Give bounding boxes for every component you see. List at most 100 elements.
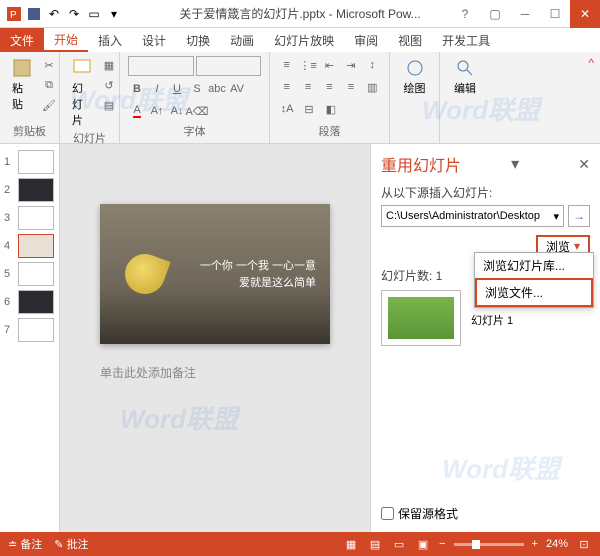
line-spacing-icon[interactable]: ↕ bbox=[364, 56, 381, 74]
thumb-3[interactable]: 3 bbox=[0, 204, 59, 232]
font-color-icon[interactable]: A bbox=[128, 102, 146, 120]
keep-source-format[interactable]: 保留源格式 bbox=[381, 505, 458, 522]
normal-view-icon[interactable]: ▦ bbox=[343, 536, 359, 552]
section-icon[interactable]: ▤ bbox=[100, 96, 118, 114]
thumb-1[interactable]: 1 bbox=[0, 148, 59, 176]
align-right-icon[interactable]: ≡ bbox=[321, 78, 338, 96]
align-text-icon[interactable]: ⊟ bbox=[300, 100, 318, 118]
italic-icon[interactable]: I bbox=[148, 80, 166, 98]
keep-format-label: 保留源格式 bbox=[398, 505, 458, 522]
bold-icon[interactable]: B bbox=[128, 80, 146, 98]
align-left-icon[interactable]: ≡ bbox=[278, 78, 295, 96]
ribbon-options-icon[interactable]: ▢ bbox=[480, 0, 510, 28]
tab-review[interactable]: 审阅 bbox=[344, 28, 388, 52]
shadow-icon[interactable]: abc bbox=[208, 80, 226, 98]
increase-font-icon[interactable]: A↑ bbox=[148, 102, 166, 120]
cut-icon[interactable]: ✂ bbox=[40, 56, 58, 74]
group-editing: 编辑 bbox=[440, 52, 490, 143]
sorter-view-icon[interactable]: ▤ bbox=[367, 536, 383, 552]
save-icon[interactable] bbox=[26, 6, 42, 22]
paragraph-group-label: 段落 bbox=[278, 123, 381, 139]
tab-home[interactable]: 开始 bbox=[44, 28, 88, 52]
reuse-slides-pane: 重用幻灯片 ▾ ✕ 从以下源插入幻灯片: C:\Users\Administra… bbox=[370, 144, 600, 532]
slide-thumbnails[interactable]: 1 2 3 4 5 6 7 bbox=[0, 144, 60, 532]
tab-animations[interactable]: 动画 bbox=[220, 28, 264, 52]
reuse-slide-label: 幻灯片 1 bbox=[471, 312, 513, 328]
minimize-icon[interactable]: ─ bbox=[510, 0, 540, 28]
layout-icon[interactable]: ▦ bbox=[100, 56, 118, 74]
smartart-icon[interactable]: ◧ bbox=[322, 100, 340, 118]
start-slideshow-icon[interactable]: ▭ bbox=[86, 6, 102, 22]
clear-format-icon[interactable]: A⌫ bbox=[188, 102, 206, 120]
qat-dropdown-icon[interactable]: ▾ bbox=[106, 6, 122, 22]
copy-icon[interactable]: ⧉ bbox=[40, 76, 58, 94]
ribbon: ^ 粘贴 ✂ ⧉ 🖌 剪贴板 幻灯片 ▦ ↺ ▤ bbox=[0, 52, 600, 144]
tab-developer[interactable]: 开发工具 bbox=[432, 28, 500, 52]
tab-view[interactable]: 视图 bbox=[388, 28, 432, 52]
status-bar: ≐ 备注 ✎ 批注 ▦ ▤ ▭ ▣ − + 24% ⊡ bbox=[0, 532, 600, 556]
bullets-icon[interactable]: ≡ bbox=[278, 56, 295, 74]
spacing-icon[interactable]: AV bbox=[228, 80, 246, 98]
strike-icon[interactable]: S bbox=[188, 80, 206, 98]
reset-icon[interactable]: ↺ bbox=[100, 76, 118, 94]
status-comments[interactable]: ✎ 批注 bbox=[54, 536, 88, 552]
paste-label: 粘贴 bbox=[12, 80, 32, 112]
slideshow-view-icon[interactable]: ▣ bbox=[415, 536, 431, 552]
go-button[interactable]: → bbox=[568, 205, 590, 227]
current-slide[interactable]: 一个你 一个我 一心一意 爱就是这么简单 bbox=[100, 204, 330, 344]
columns-icon[interactable]: ▥ bbox=[364, 78, 381, 96]
slide-editor[interactable]: 一个你 一个我 一心一意 爱就是这么简单 单击此处添加备注 bbox=[60, 144, 370, 532]
status-notes[interactable]: ≐ 备注 bbox=[8, 536, 42, 552]
justify-icon[interactable]: ≡ bbox=[342, 78, 359, 96]
tab-file[interactable]: 文件 bbox=[0, 28, 44, 52]
clipboard-group-label: 剪贴板 bbox=[8, 123, 51, 139]
keep-format-checkbox[interactable] bbox=[381, 507, 394, 520]
format-painter-icon[interactable]: 🖌 bbox=[40, 96, 58, 114]
new-slide-icon bbox=[72, 58, 92, 78]
thumb-5[interactable]: 5 bbox=[0, 260, 59, 288]
maximize-icon[interactable]: ☐ bbox=[540, 0, 570, 28]
paste-button[interactable]: 粘贴 bbox=[8, 56, 36, 123]
thumb-6[interactable]: 6 bbox=[0, 288, 59, 316]
decrease-font-icon[interactable]: A↓ bbox=[168, 102, 186, 120]
editing-button[interactable]: 编辑 bbox=[448, 56, 482, 98]
font-size-combo[interactable] bbox=[196, 56, 262, 76]
indent-inc-icon[interactable]: ⇥ bbox=[342, 56, 359, 74]
tab-transitions[interactable]: 切换 bbox=[176, 28, 220, 52]
zoom-slider[interactable] bbox=[454, 543, 524, 546]
fit-window-icon[interactable]: ⊡ bbox=[576, 536, 592, 552]
main-area: 1 2 3 4 5 6 7 一个你 一个我 一心一意 爱就是这么简单 单击此处添… bbox=[0, 144, 600, 532]
align-center-icon[interactable]: ≡ bbox=[299, 78, 316, 96]
zoom-in-icon[interactable]: + bbox=[532, 538, 538, 550]
redo-icon[interactable]: ↷ bbox=[66, 6, 82, 22]
close-icon[interactable]: ✕ bbox=[570, 0, 600, 28]
reuse-slide-thumb[interactable] bbox=[381, 290, 461, 346]
text-direction-icon[interactable]: ↕A bbox=[278, 100, 296, 118]
underline-icon[interactable]: U bbox=[168, 80, 186, 98]
editing-label: 编辑 bbox=[454, 80, 476, 96]
browse-library-item[interactable]: 浏览幻灯片库... bbox=[475, 253, 593, 278]
tab-insert[interactable]: 插入 bbox=[88, 28, 132, 52]
drawing-button[interactable]: 绘图 bbox=[398, 56, 431, 98]
tab-design[interactable]: 设计 bbox=[132, 28, 176, 52]
group-font: B I U S abc AV A A↑ A↓ A⌫ 字体 bbox=[120, 52, 270, 143]
thumb-2[interactable]: 2 bbox=[0, 176, 59, 204]
taskpane-menu-icon[interactable]: ▾ bbox=[511, 154, 528, 174]
collapse-ribbon-icon[interactable]: ^ bbox=[588, 56, 594, 70]
thumb-7[interactable]: 7 bbox=[0, 316, 59, 344]
tab-slideshow[interactable]: 幻灯片放映 bbox=[264, 28, 344, 52]
undo-icon[interactable]: ↶ bbox=[46, 6, 62, 22]
reading-view-icon[interactable]: ▭ bbox=[391, 536, 407, 552]
thumb-4[interactable]: 4 bbox=[0, 232, 59, 260]
ribbon-tabs: 文件 开始 插入 设计 切换 动画 幻灯片放映 审阅 视图 开发工具 bbox=[0, 28, 600, 52]
source-path-combo[interactable]: C:\Users\Administrator\Desktop ▾ bbox=[381, 205, 564, 227]
notes-placeholder[interactable]: 单击此处添加备注 bbox=[100, 364, 330, 381]
font-family-combo[interactable] bbox=[128, 56, 194, 76]
taskpane-close-icon[interactable]: ✕ bbox=[578, 156, 590, 173]
numbering-icon[interactable]: ⋮≡ bbox=[299, 56, 316, 74]
indent-dec-icon[interactable]: ⇤ bbox=[321, 56, 338, 74]
zoom-level[interactable]: 24% bbox=[546, 538, 568, 550]
new-slide-button[interactable]: 幻灯片 bbox=[68, 56, 96, 130]
zoom-out-icon[interactable]: − bbox=[439, 538, 445, 550]
help-icon[interactable]: ? bbox=[450, 0, 480, 28]
